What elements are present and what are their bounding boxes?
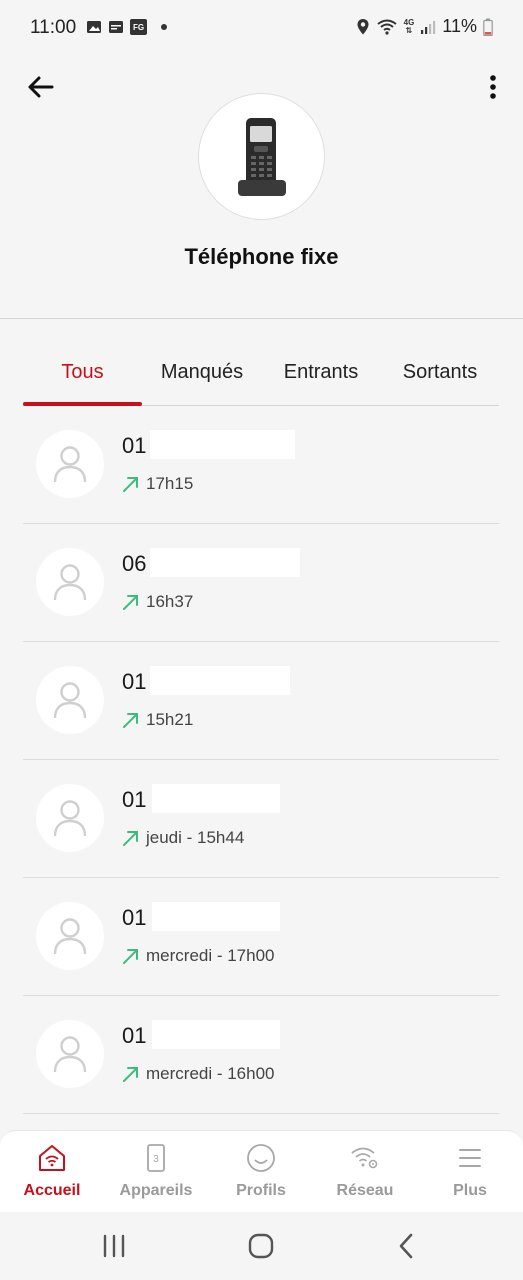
outgoing-call-arrow-icon (123, 949, 138, 964)
page-title: Téléphone fixe (184, 244, 339, 269)
nav-label: Profils (236, 1182, 286, 1199)
call-filter-tabs: Tous Manqués Entrants Sortants (0, 350, 523, 406)
battery-icon (483, 18, 493, 36)
network-settings-icon (351, 1147, 378, 1169)
location-icon (357, 18, 369, 34)
battery-percent: 11% (442, 16, 477, 36)
contact-avatar (36, 902, 104, 970)
header-divider (0, 318, 523, 319)
outgoing-call-arrow-icon (123, 477, 138, 492)
back-button[interactable] (24, 70, 58, 104)
outgoing-call-arrow-icon (123, 713, 138, 728)
call-number: 01 (122, 433, 147, 458)
calendar-icon (109, 21, 123, 33)
call-meta: 16h37 (122, 592, 193, 612)
tab-sortants[interactable]: Sortants (388, 350, 492, 394)
home-wifi-icon (39, 1145, 65, 1171)
call-number: 01 (122, 905, 147, 930)
call-number: 01 (122, 787, 147, 812)
status-bar: 11:00 FG 4G ⇅ 11% (0, 0, 523, 58)
nav-label: Appareils (119, 1182, 193, 1199)
call-row[interactable]: 01 mercredi - 16h00 (0, 996, 523, 1114)
fg-icon: FG (130, 19, 147, 35)
contact-avatar (36, 548, 104, 616)
person-icon (53, 800, 87, 837)
call-row[interactable]: 06 16h37 (0, 524, 523, 642)
system-navigation-bar (0, 1212, 523, 1280)
row-divider (23, 1113, 499, 1114)
call-meta: 15h21 (122, 710, 193, 730)
redacted-number (152, 784, 280, 813)
person-icon (53, 682, 87, 719)
nav-label: Plus (453, 1182, 487, 1199)
app-screen: 11:00 FG 4G ⇅ 11% Téléphone fixe Tous Ma… (0, 0, 523, 1280)
back-nav-icon[interactable] (387, 1230, 427, 1262)
call-row[interactable]: 01 jeudi - 15h44 (0, 760, 523, 878)
call-number: 01 (122, 1023, 147, 1048)
call-meta: 17h15 (122, 474, 193, 494)
call-meta: mercredi - 16h00 (122, 1064, 275, 1084)
call-time: 15h21 (146, 710, 194, 729)
call-time: jeudi - 15h44 (146, 828, 245, 847)
call-list: 01 17h15 06 16h37 01 15h21 01 jeudi - 15… (0, 406, 523, 1114)
person-icon (53, 1036, 87, 1073)
nav-label: Réseau (336, 1182, 394, 1199)
devices-icon: 3 (147, 1144, 165, 1172)
data-arrows-icon: ⇅ (405, 25, 413, 35)
call-time: mercredi - 17h00 (146, 946, 275, 965)
device-avatar (198, 93, 325, 220)
redacted-number (150, 548, 300, 577)
call-row[interactable]: 01 15h21 (0, 642, 523, 760)
profile-icon (247, 1144, 275, 1172)
menu-icon (459, 1149, 481, 1167)
image-icon (87, 21, 101, 33)
nav-profils[interactable]: Profils (209, 1131, 313, 1213)
notification-icons: FG (86, 19, 167, 35)
call-row[interactable]: 01 mercredi - 17h00 (0, 878, 523, 996)
redacted-number (152, 902, 280, 931)
system-icons: 4G ⇅ 11% (356, 16, 493, 37)
signal-icon (421, 20, 436, 34)
call-meta: mercredi - 17h00 (122, 946, 275, 966)
network-type: 4G ⇅ (403, 17, 415, 35)
call-row[interactable]: 01 17h15 (0, 406, 523, 524)
contact-avatar (36, 430, 104, 498)
call-time: 16h37 (146, 592, 194, 611)
nav-reseau[interactable]: Réseau (313, 1131, 417, 1213)
outgoing-call-arrow-icon (123, 831, 138, 846)
wifi-icon (377, 19, 397, 35)
status-time: 11:00 (30, 17, 77, 38)
nav-plus[interactable]: Plus (418, 1131, 522, 1213)
contact-avatar (36, 666, 104, 734)
home-icon[interactable] (241, 1230, 281, 1262)
nav-appareils[interactable]: 3 Appareils (104, 1131, 208, 1213)
bottom-navigation: Accueil 3 Appareils Profils Réseau Plus (0, 1130, 523, 1212)
person-icon (53, 564, 87, 601)
cordless-phone-icon (237, 117, 286, 196)
call-meta: jeudi - 15h44 (122, 828, 244, 848)
call-time: 17h15 (146, 474, 194, 493)
outgoing-call-arrow-icon (123, 1067, 138, 1082)
tab-entrants[interactable]: Entrants (270, 350, 372, 394)
tab-tous[interactable]: Tous (23, 350, 142, 394)
tab-manques[interactable]: Manqués (148, 350, 256, 394)
nav-label: Accueil (23, 1182, 81, 1199)
more-options-button[interactable] (483, 70, 503, 104)
outgoing-call-arrow-icon (123, 595, 138, 610)
redacted-number (150, 430, 295, 459)
redacted-number (152, 1020, 280, 1049)
call-number: 06 (122, 551, 147, 576)
more-notifications-icon (161, 24, 167, 30)
contact-avatar (36, 784, 104, 852)
contact-avatar (36, 1020, 104, 1088)
person-icon (53, 918, 87, 955)
redacted-number (150, 666, 290, 695)
call-number: 01 (122, 669, 147, 694)
call-time: mercredi - 16h00 (146, 1064, 275, 1083)
person-icon (53, 446, 87, 483)
svg-text:3: 3 (153, 1154, 159, 1165)
recent-apps-icon[interactable] (94, 1230, 134, 1262)
nav-accueil[interactable]: Accueil (0, 1131, 104, 1213)
